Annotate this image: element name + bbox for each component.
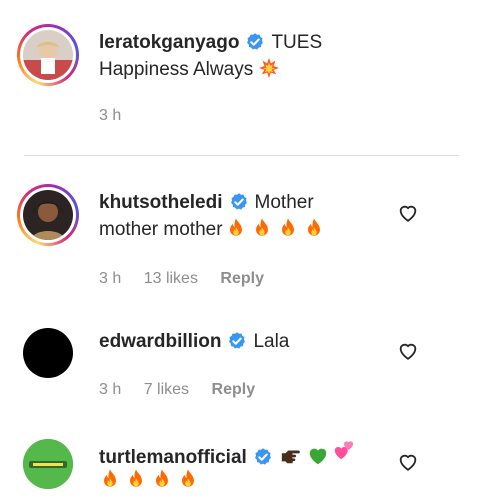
verified-badge-icon (253, 447, 273, 467)
comment-text-line2: mother mother (99, 219, 223, 240)
fire-emoji-icon (251, 217, 273, 239)
comment-username-line: edwardbillion Lala (99, 328, 289, 355)
fire-emoji-icon (177, 468, 199, 490)
comment-likes[interactable]: 13 likes (144, 270, 198, 287)
comment-time: 3 h (99, 381, 122, 398)
two-hearts-emoji-icon (333, 439, 355, 461)
comment-text-line1: Mother (254, 192, 314, 213)
comment-time: 3 h (99, 270, 122, 287)
avatar-turtlemanofficial[interactable] (23, 439, 73, 489)
post-caption: leratokganyago TUES Happiness Always 3 h (0, 0, 480, 156)
fire-emoji-icon (303, 217, 325, 239)
verified-badge-icon (245, 32, 265, 52)
comment-username[interactable]: khutsotheledi (99, 192, 223, 213)
fire-emoji-icon (99, 468, 121, 490)
pointing-right-emoji-icon (279, 445, 303, 467)
caption-meta: 3 h (99, 107, 139, 125)
caption-username[interactable]: leratokganyago (99, 32, 239, 53)
avatar-logo (23, 439, 73, 489)
comment-emoji-line2 (99, 467, 203, 494)
heart-outline-icon[interactable] (397, 340, 419, 362)
fire-emoji-icon (151, 468, 173, 490)
fire-emoji-icon (277, 217, 299, 239)
avatar-photo (23, 30, 73, 80)
comment-text-line2-wrap: mother mother (99, 216, 329, 243)
collision-emoji-icon (258, 57, 280, 79)
comment-likes[interactable]: 7 likes (144, 381, 189, 398)
caption-text-line2: Happiness Always (99, 59, 254, 80)
verified-badge-icon (227, 331, 247, 351)
avatar-leratokganyago[interactable] (17, 24, 79, 86)
reply-button[interactable]: Reply (212, 381, 256, 398)
avatar-khutsotheledi[interactable] (17, 184, 79, 246)
avatar-edwardbillion[interactable] (23, 328, 73, 378)
heart-outline-icon[interactable] (397, 202, 419, 224)
comment-meta: 3 h 7 likes Reply (99, 381, 273, 399)
comment-username-line: khutsotheledi Mother (99, 189, 314, 216)
reply-button[interactable]: Reply (220, 270, 264, 287)
caption-username-line: leratokganyago TUES (99, 29, 322, 56)
fire-emoji-icon (125, 468, 147, 490)
green-heart-emoji-icon (307, 445, 329, 467)
heart-outline-icon[interactable] (397, 451, 419, 473)
verified-badge-icon (229, 192, 249, 212)
caption-divider (24, 155, 459, 156)
comment-text-line1: Lala (253, 331, 290, 352)
comment-username[interactable]: edwardbillion (99, 331, 221, 352)
caption-text-line1: TUES (271, 32, 323, 53)
caption-time: 3 h (99, 107, 122, 124)
caption-text-line2-wrap: Happiness Always (99, 56, 284, 83)
avatar-photo (23, 190, 73, 240)
fire-emoji-icon (225, 217, 247, 239)
comment-username[interactable]: turtlemanofficial (99, 447, 247, 468)
comment-meta: 3 h 13 likes Reply (99, 270, 282, 288)
